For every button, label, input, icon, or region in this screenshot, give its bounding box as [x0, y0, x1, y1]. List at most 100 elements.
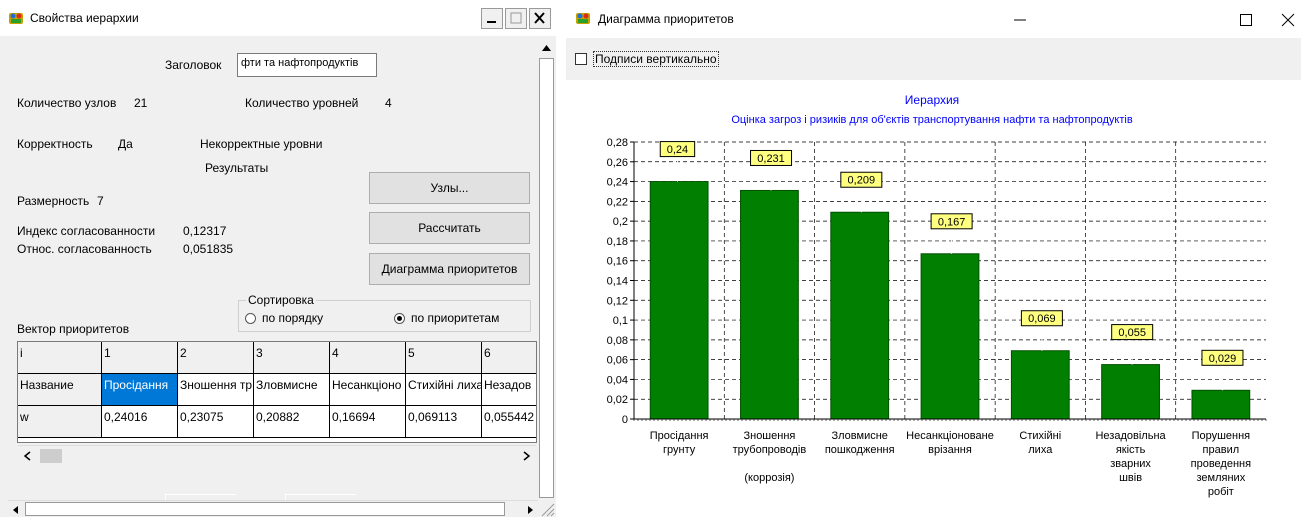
category-label: врізання — [928, 444, 972, 456]
bar — [1191, 389, 1251, 420]
category-label: робіт — [1208, 486, 1234, 498]
close-icon[interactable] — [1278, 10, 1298, 30]
priority-chart-window: Диаграмма приоритетов Подписи вертикальн… — [566, 0, 1301, 517]
title-bar: Свойства иерархии — [0, 0, 556, 36]
category-label: проведення — [1191, 458, 1251, 470]
grid-cell[interactable]: 0,24016 — [102, 406, 178, 438]
minimize-button[interactable] — [481, 8, 503, 29]
hierarchy-properties-window: Свойства иерархии Заголовок фти та нафто… — [0, 0, 556, 517]
priority-grid[interactable]: i 1 2 3 4 5 6 Название Просідання Зношен… — [17, 341, 537, 443]
resize-grip-icon[interactable] — [538, 500, 555, 517]
category-label: зварних — [1110, 458, 1151, 470]
grid-header-cell: 5 — [406, 342, 482, 374]
window-horizontal-scrollbar[interactable] — [8, 500, 538, 517]
y-tick-label: 0,02 — [607, 394, 628, 406]
y-tick-label: 0,1 — [613, 315, 628, 327]
bar — [649, 181, 709, 420]
maximize-button[interactable] — [505, 8, 527, 29]
grid-cell[interactable]: 0,20882 — [254, 406, 330, 438]
chart-subtitle: Оцінка загроз і ризиків для об'єктів тра… — [731, 114, 1133, 126]
grid-cell[interactable]: Несанкціоно — [330, 374, 406, 406]
category-label: Незадовільна — [1095, 430, 1166, 442]
minimize-icon[interactable] — [1010, 10, 1030, 30]
grid-horizontal-scrollbar[interactable] — [18, 445, 536, 466]
value-label: 0,055 — [1118, 327, 1146, 339]
vertical-scroll-thumb[interactable] — [539, 58, 554, 498]
value-label: 0,029 — [1209, 353, 1237, 365]
app-icon — [576, 13, 590, 24]
bar — [920, 253, 980, 420]
category-label: трубопроводів — [733, 444, 807, 456]
category-label: Несанкціоноване — [906, 430, 994, 442]
value-label: 0,209 — [848, 175, 876, 187]
grid-cell[interactable]: 0,055442 — [482, 406, 536, 438]
scroll-left-icon — [23, 451, 31, 461]
grid-cell[interactable]: Зловмисне — [254, 374, 330, 406]
heading-input[interactable]: фти та нафтопродуктів — [237, 53, 377, 77]
category-label: якість — [1116, 444, 1146, 456]
category-label: правил — [1203, 444, 1240, 456]
value-label: 0,167 — [938, 216, 966, 228]
grid-header-cell: 2 — [178, 342, 254, 374]
window-scroll-thumb[interactable] — [25, 502, 505, 516]
bar — [830, 211, 890, 420]
close-icon — [534, 12, 545, 24]
y-tick-label: 0,12 — [607, 295, 628, 307]
grid-row-label: w — [18, 406, 102, 438]
sort-by-priority-radio[interactable] — [394, 313, 405, 324]
maximize-icon — [510, 12, 522, 24]
grid-row-label: Название — [18, 374, 102, 406]
category-label: земляних — [1197, 472, 1246, 484]
grid-cell[interactable]: 0,23075 — [178, 406, 254, 438]
nodes-button[interactable]: Узлы... — [369, 172, 530, 204]
window-title: Диаграмма приоритетов — [598, 12, 734, 26]
window-title: Свойства иерархии — [30, 11, 139, 25]
nodes-count-label: Количество узлов — [17, 96, 117, 110]
category-label: пошкодження — [825, 444, 895, 456]
vertical-labels-checkbox[interactable] — [575, 53, 587, 65]
priority-chart-button[interactable]: Диаграмма приоритетов — [369, 253, 530, 285]
results-label: Результаты — [205, 161, 269, 175]
grid-header-cell: i — [18, 342, 102, 374]
chart-panel: Иерархия Оцінка загроз і ризиків для об'… — [566, 80, 1301, 517]
scroll-right-icon — [528, 506, 533, 514]
sort-by-order-radio[interactable] — [245, 313, 256, 324]
correctness-value: Да — [118, 137, 133, 151]
category-label: Порушення — [1192, 430, 1251, 442]
priority-bar-chart: Иерархия Оцінка загроз і ризиків для об'… — [607, 93, 1267, 498]
grid-header-cell: 3 — [254, 342, 330, 374]
grid-cell[interactable]: Зношення тр — [178, 374, 254, 406]
dimension-label: Размерность — [17, 194, 90, 208]
correctness-label: Корректность — [17, 137, 93, 151]
vertical-labels-label[interactable]: Подписи вертикально — [593, 51, 719, 67]
calculate-button[interactable]: Рассчитать — [369, 212, 530, 244]
bar — [1101, 364, 1160, 420]
grid-cell[interactable]: 0,16694 — [330, 406, 406, 438]
sort-legend: Сортировка — [246, 293, 316, 307]
y-tick-label: 0,06 — [607, 355, 628, 367]
grid-scroll-thumb[interactable] — [40, 449, 62, 463]
y-tick-label: 0,24 — [607, 177, 628, 189]
value-label: 0,231 — [757, 153, 785, 165]
grid-cell[interactable]: Стихійні лиха — [406, 374, 482, 406]
grid-header-cell: 1 — [102, 342, 178, 374]
sort-by-order-label[interactable]: по порядку — [262, 311, 323, 325]
grid-cell[interactable]: 0,069113 — [406, 406, 482, 438]
relative-consistency-value: 0,051835 — [183, 242, 234, 256]
grid-cell[interactable]: Незадов — [482, 374, 536, 406]
category-label: (коррозія) — [744, 472, 794, 484]
grid-header-cell: 4 — [330, 342, 406, 374]
title-bar: Диаграмма приоритетов — [566, 0, 1301, 38]
close-button[interactable] — [529, 8, 551, 29]
vertical-scrollbar[interactable] — [538, 38, 555, 498]
grid-cell-selected[interactable]: Просідання — [102, 374, 178, 406]
category-label: Просідання — [650, 430, 709, 442]
y-tick-label: 0,16 — [607, 256, 628, 268]
consistency-index-label: Индекс согласованности — [17, 224, 156, 238]
y-tick-label: 0,26 — [607, 157, 628, 169]
minimize-icon — [487, 21, 496, 23]
nodes-count-value: 21 — [134, 96, 148, 110]
y-tick-label: 0,14 — [607, 276, 628, 288]
maximize-icon[interactable] — [1236, 10, 1256, 30]
sort-by-priority-label[interactable]: по приоритетам — [411, 311, 499, 325]
